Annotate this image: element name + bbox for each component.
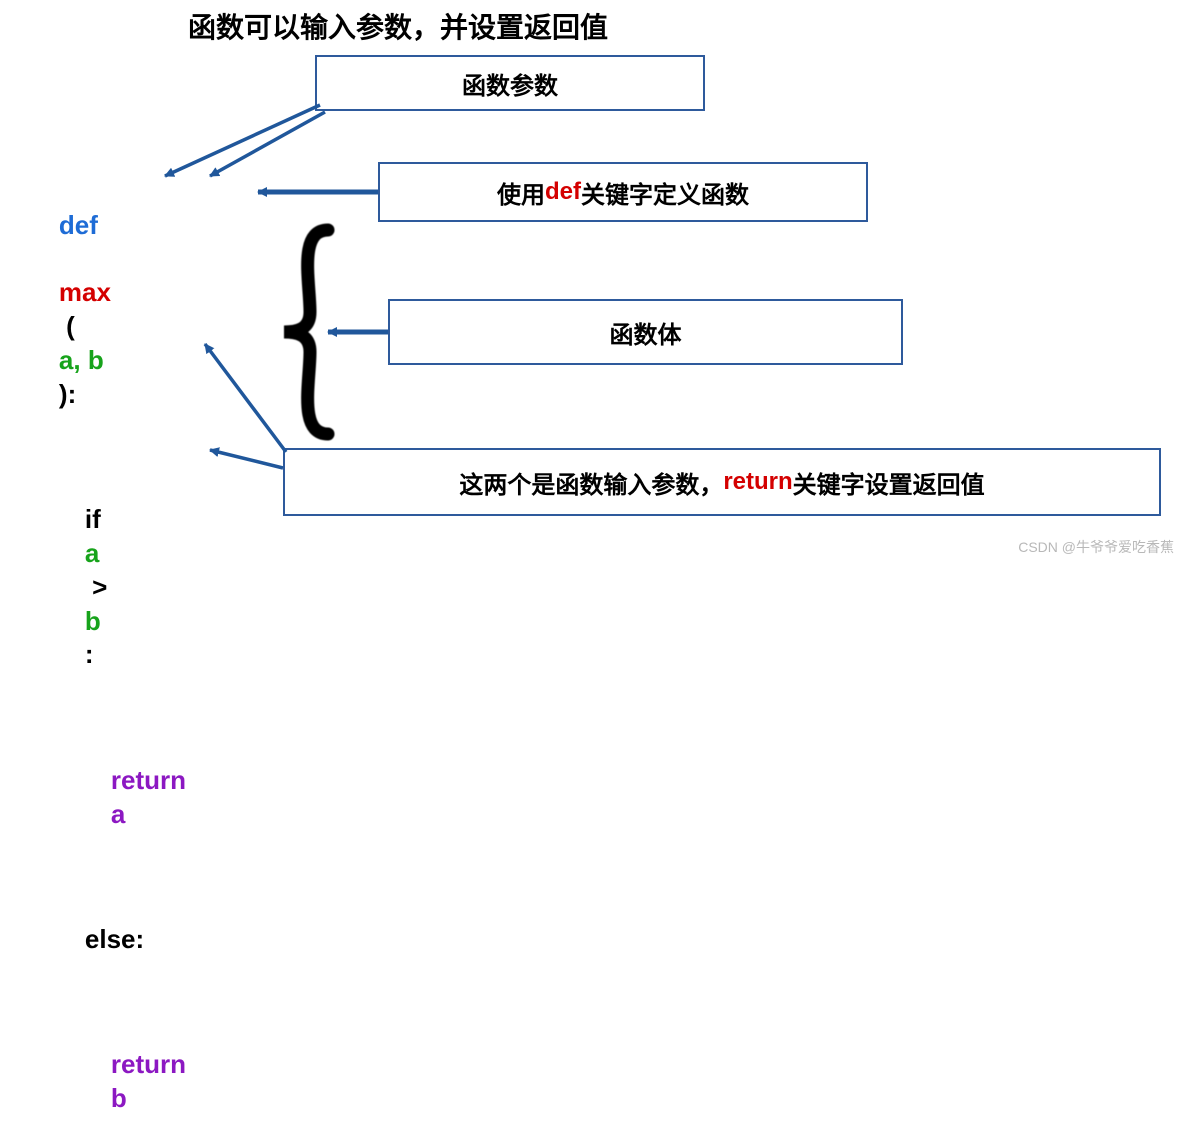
code-kw-def: def: [59, 210, 98, 240]
code-kw-return2: return: [111, 1049, 193, 1079]
code-lparen: (: [59, 311, 75, 341]
code-line-if: if a > b :: [30, 469, 193, 706]
code-ret2-val: b: [111, 1083, 127, 1113]
arrow-params-1: [165, 105, 320, 176]
box-function-body-label: 函数体: [610, 315, 682, 350]
curly-brace-icon: [258, 222, 348, 442]
box-return-prefix: 这两个是函数输入参数，: [459, 465, 723, 500]
box-def-keyword-red: def: [545, 178, 581, 206]
code-cond-b: b: [85, 606, 101, 636]
code-line-else: else:: [30, 889, 193, 990]
code-space: [59, 244, 66, 274]
box-function-params: 函数参数: [315, 55, 705, 111]
code-args: a, b: [59, 345, 104, 375]
code-kw-if: if: [85, 504, 108, 534]
arrow-params-2: [210, 112, 325, 176]
code-rparen: ):: [59, 379, 76, 409]
box-function-params-label: 函数参数: [462, 66, 558, 101]
code-line-def: def max ( a, b ):: [30, 175, 193, 445]
code-block: def max ( a, b ): if a > b : return a el…: [30, 175, 193, 1126]
code-colon: :: [85, 639, 94, 669]
box-function-body: 函数体: [388, 299, 903, 365]
arrow-return-b: [210, 450, 283, 468]
code-line-return-a: return a: [30, 730, 193, 865]
box-def-keyword: 使用 def 关键字定义函数: [378, 162, 868, 222]
diagram-title: 函数可以输入参数，并设置返回值: [188, 6, 608, 46]
box-return-keyword: 这两个是函数输入参数， return 关键字设置返回值: [283, 448, 1161, 516]
code-kw-else: else:: [85, 924, 144, 954]
code-ret1-val: a: [111, 799, 125, 829]
box-return-keyword-red: return: [723, 468, 792, 496]
box-def-text-prefix: 使用: [497, 175, 545, 210]
box-return-suffix: 关键字设置返回值: [793, 465, 985, 500]
code-cond-a: a: [85, 538, 99, 568]
watermark: CSDN @牛爷爷爱吃香蕉: [1018, 537, 1174, 557]
code-fn-name: max: [59, 277, 111, 307]
code-kw-return1: return: [111, 765, 193, 795]
box-def-text-suffix: 关键字定义函数: [581, 175, 749, 210]
code-cond-op: >: [85, 572, 115, 602]
code-line-return-b: return b: [30, 1015, 193, 1126]
